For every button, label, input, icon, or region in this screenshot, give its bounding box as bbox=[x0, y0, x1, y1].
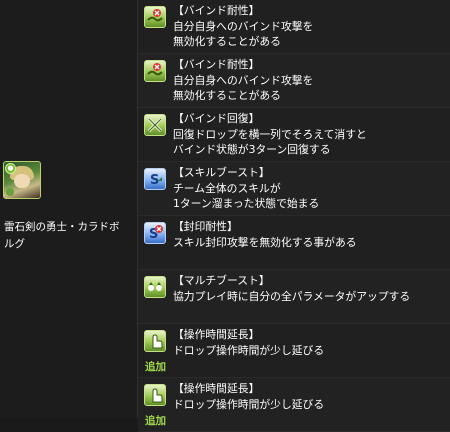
awakening-title: 【封印耐性】 bbox=[173, 220, 238, 233]
awakening-desc-line: ドロップ操作時間が少し延びる bbox=[173, 343, 325, 357]
awakening-desc-line: 回復ドロップを横一列でそろえて消すと bbox=[173, 127, 367, 141]
awakening-title: 【スキルブースト】 bbox=[173, 166, 270, 179]
awakening-text: 【スキルブースト】 チーム全体のスキルが 1ターン溜まった状態で始まる bbox=[173, 165, 445, 212]
awakening-desc-line: チーム全体のスキルが bbox=[173, 181, 281, 195]
awakening-text: 【操作時間延長】 ドロップ操作時間が少し延びる bbox=[173, 327, 445, 358]
added-tag: 追加 bbox=[145, 361, 166, 373]
character-cell: ● 雷石剣の勇士・カラドボ ルグ bbox=[0, 0, 138, 418]
bind-resist-icon bbox=[144, 60, 166, 82]
awakening-desc-line: 1ターン溜まった状態で始まる bbox=[173, 197, 320, 210]
time-extend-icon bbox=[144, 384, 166, 406]
awakening-row: 【マルチブースト】 協力プレイ時に自分の全パラメータがアップする bbox=[138, 270, 450, 324]
multi-boost-icon bbox=[144, 276, 166, 298]
awakening-text: 【封印耐性】 スキル封印攻撃を無効化する事がある bbox=[173, 219, 445, 250]
awakening-row: 追加 【操作時間延長】 ドロップ操作時間が少し延びる bbox=[138, 378, 450, 432]
awakening-desc-line: 自分自身へのバインド攻撃を bbox=[173, 19, 314, 33]
character-name-line1: 雷石剣の勇士・カラドボ bbox=[4, 221, 120, 233]
awakening-row: 【バインド回復】 回復ドロップを横一列でそろえて消すと バインド状態が3ターン回… bbox=[138, 108, 450, 162]
awakening-list: 【バインド耐性】 自分自身へのバインド攻撃を 無効化することがある 【バインド耐… bbox=[138, 0, 450, 432]
awakening-row: S 【封印耐性】 スキル封印攻撃を無効化する事がある bbox=[138, 216, 450, 270]
awakening-title: 【マルチブースト】 bbox=[173, 274, 270, 287]
awakening-desc-line: 自分自身へのバインド攻撃を bbox=[173, 73, 314, 87]
awakening-title: 【バインド耐性】 bbox=[173, 58, 260, 71]
awakening-text: 【バインド回復】 回復ドロップを横一列でそろえて消すと バインド状態が3ターン回… bbox=[173, 111, 445, 158]
svg-text:S: S bbox=[150, 173, 159, 188]
awakening-desc-line: 協力プレイ時に自分の全パラメータがアップする bbox=[173, 289, 411, 303]
awakening-table: ● 雷石剣の勇士・カラドボ ルグ 【バインド耐性】 自分自身へのバインド攻撃を … bbox=[0, 0, 450, 432]
awakening-desc-line: スキル封印攻撃を無効化する事がある bbox=[173, 235, 357, 249]
awakening-row: 追加 【操作時間延長】 ドロップ操作時間が少し延びる bbox=[138, 324, 450, 378]
awakening-text: 【操作時間延長】 ドロップ操作時間が少し延びる bbox=[173, 381, 445, 412]
awakening-desc-line: 無効化することがある bbox=[173, 35, 281, 48]
awakening-text: 【バインド耐性】 自分自身へのバインド攻撃を 無効化することがある bbox=[173, 3, 445, 50]
awakening-desc-line: バインド状態が3ターン回復する bbox=[173, 143, 331, 156]
seal-resist-icon: S bbox=[144, 222, 166, 244]
bind-resist-icon bbox=[144, 6, 166, 28]
awakening-desc-line: ドロップ操作時間が少し延びる bbox=[173, 397, 325, 411]
awakening-title: 【操作時間延長】 bbox=[173, 328, 260, 341]
awakening-title: 【操作時間延長】 bbox=[173, 382, 260, 395]
portrait-badge-icon bbox=[6, 188, 14, 196]
awakening-text: 【マルチブースト】 協力プレイ時に自分の全パラメータがアップする bbox=[173, 273, 445, 304]
awakening-row: 【バインド耐性】 自分自身へのバインド攻撃を 無効化することがある bbox=[138, 54, 450, 108]
awakening-text: 【バインド耐性】 自分自身へのバインド攻撃を 無効化することがある bbox=[173, 57, 445, 104]
character-name[interactable]: 雷石剣の勇士・カラドボ ルグ bbox=[4, 219, 136, 253]
awakening-desc-line: 無効化することがある bbox=[173, 89, 281, 102]
wood-element-icon: ● bbox=[5, 163, 16, 174]
awakening-title: 【バインド耐性】 bbox=[173, 4, 260, 17]
bind-recover-icon bbox=[144, 114, 166, 136]
awakening-title: 【バインド回復】 bbox=[173, 112, 260, 125]
time-extend-icon bbox=[144, 330, 166, 352]
portrait-face bbox=[14, 174, 30, 188]
character-name-line2: ルグ bbox=[4, 238, 25, 250]
added-tag: 追加 bbox=[145, 415, 166, 427]
character-portrait[interactable]: ● bbox=[3, 161, 41, 199]
awakening-row: S 【スキルブースト】 チーム全体のスキルが 1ターン溜まった状態で始まる bbox=[138, 162, 450, 216]
awakening-row: 【バインド耐性】 自分自身へのバインド攻撃を 無効化することがある bbox=[138, 0, 450, 54]
skill-boost-icon: S bbox=[144, 168, 166, 190]
